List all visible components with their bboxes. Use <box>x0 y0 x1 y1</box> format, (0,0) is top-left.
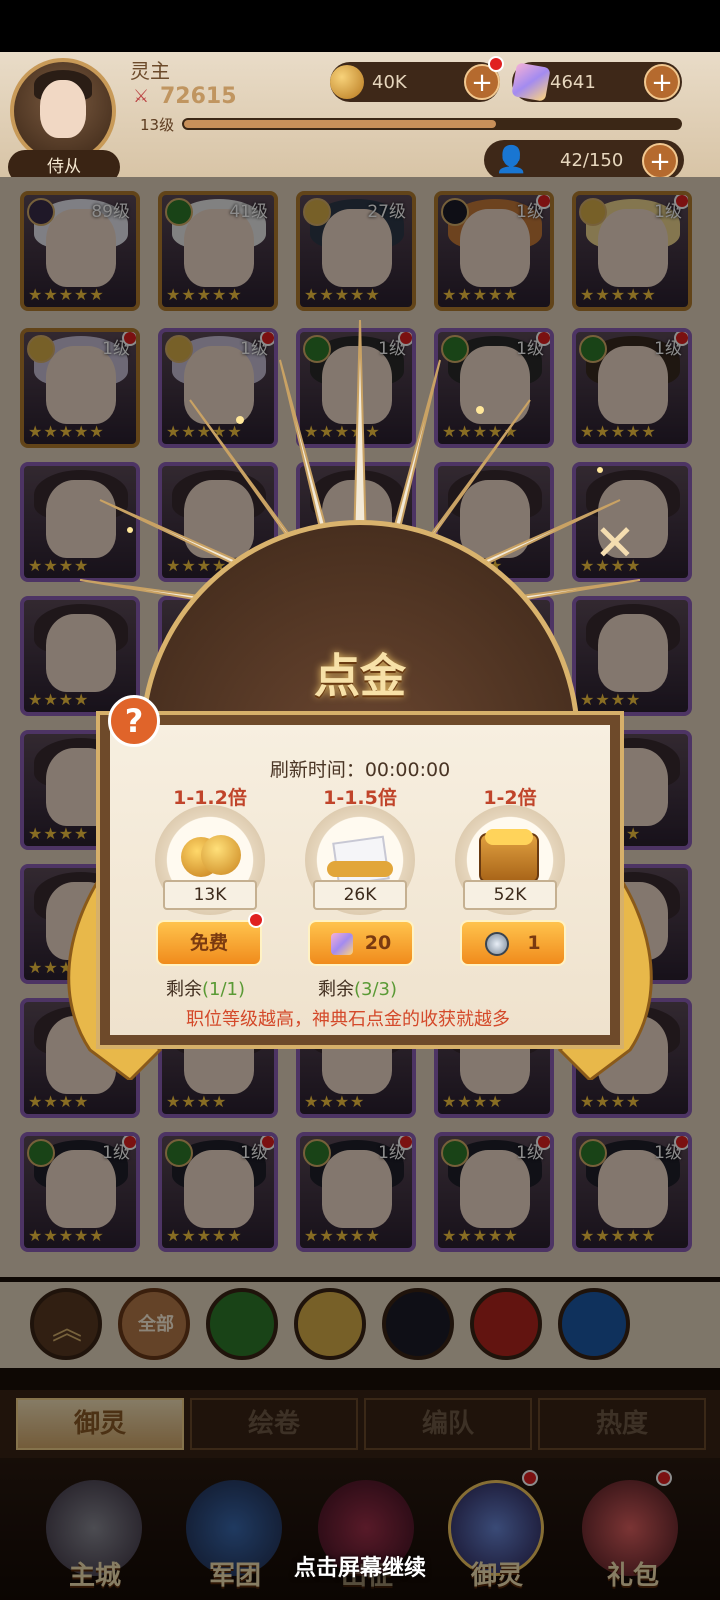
remaining-uses: 剩余(1/1) <box>166 975 245 1001</box>
gem-icon <box>330 932 353 955</box>
token-cost: 1 <box>527 932 541 954</box>
rank-hint: 职位等级越高，神典石点金的收获就越多 <box>186 1009 510 1030</box>
help-button[interactable]: ? <box>108 695 160 747</box>
person-icon: 👤 <box>495 145 528 175</box>
close-icon[interactable]: ✕ <box>590 518 640 568</box>
status-bar <box>0 0 720 52</box>
gem-cost: 20 <box>364 932 392 954</box>
gem-icon <box>511 62 551 102</box>
add-gems-button[interactable]: + <box>644 64 680 100</box>
free-collect-button[interactable]: 免费 <box>156 920 262 966</box>
remaining-label: 剩余 <box>318 979 354 1000</box>
player-avatar[interactable] <box>10 58 116 164</box>
refresh-timer: 刷新时间：00:00:00 <box>269 759 451 781</box>
xp-bar-fill <box>184 120 496 128</box>
capacity-count: 42/150 <box>560 150 624 171</box>
notification-dot <box>488 56 504 72</box>
token-collect-button[interactable]: 1 <box>460 920 566 966</box>
reward-amount: 13K <box>163 880 257 910</box>
combat-power: 72615 <box>160 84 237 109</box>
gold-amount: 40K <box>372 72 407 93</box>
reward-amount: 52K <box>463 880 557 910</box>
gem-collect-button[interactable]: 20 <box>308 920 414 966</box>
player-level: 13级 <box>140 116 175 134</box>
notification-dot <box>248 912 264 928</box>
remaining-label: 剩余 <box>166 979 202 1000</box>
remaining-uses: 剩余(3/3) <box>318 975 397 1001</box>
popup-title: 点金 <box>314 649 406 703</box>
expand-capacity-button[interactable]: + <box>642 143 678 179</box>
gem-amount: 4641 <box>550 72 596 93</box>
reward-amount: 26K <box>313 880 407 910</box>
player-name: 灵主 <box>130 59 170 83</box>
gold-coin-icon <box>330 65 364 99</box>
tap-to-continue[interactable]: 点击屏幕继续 <box>230 1550 490 1582</box>
silver-stone-icon <box>485 931 510 956</box>
remaining-count: (3/3) <box>354 979 398 1000</box>
crossed-swords-icon: ⚔ <box>133 86 150 107</box>
remaining-count: (1/1) <box>202 979 246 1000</box>
